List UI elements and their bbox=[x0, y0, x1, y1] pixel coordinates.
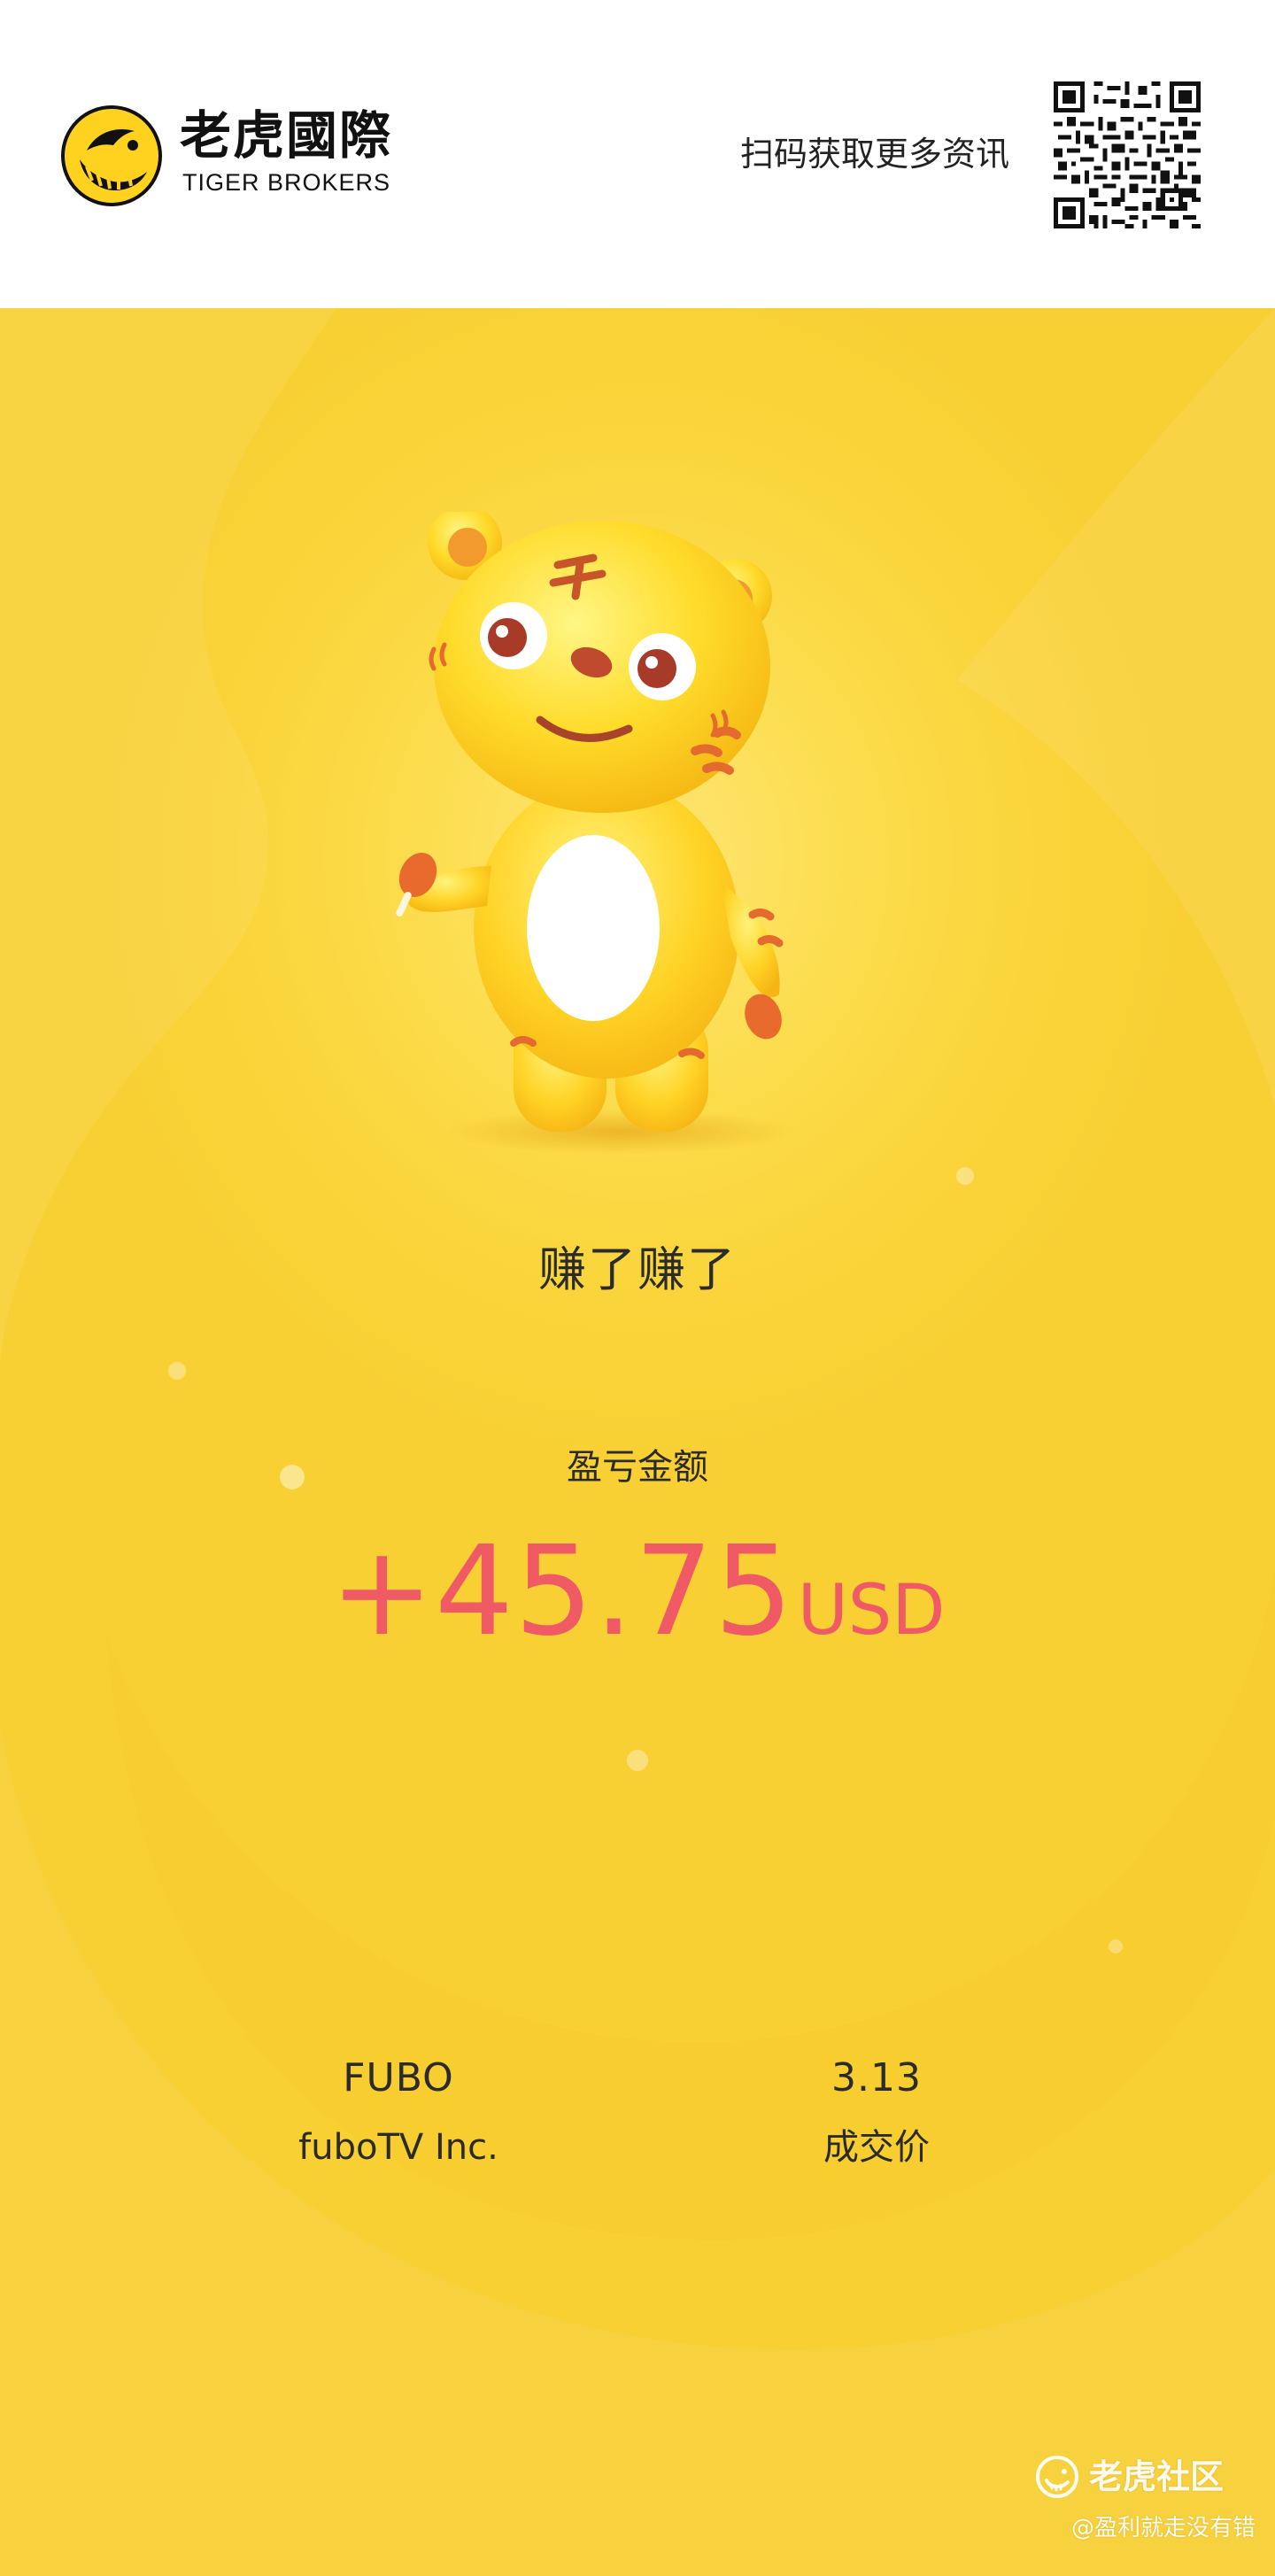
pnl-currency: USD bbox=[797, 1571, 946, 1651]
tiger-mascot-illustration bbox=[396, 512, 797, 1155]
stock-info: FUBO fuboTV Inc. bbox=[212, 2053, 584, 2171]
stock-name: fuboTV Inc. bbox=[298, 2127, 498, 2168]
profit-headline: 赚了赚了 bbox=[538, 1242, 737, 1297]
price-info: 3.13 成交价 bbox=[691, 2053, 1062, 2171]
trade-price-label: 成交价 bbox=[823, 2127, 930, 2168]
community-watermark: 老虎社区 @盈利就走没有错 bbox=[1034, 2454, 1256, 2560]
share-header: 老虎國際 TIGER BROKERS 扫码获取更多资讯 bbox=[0, 0, 1275, 308]
watermark-title: 老虎社区 bbox=[1089, 2457, 1225, 2496]
watermark-username: @盈利就走没有错 bbox=[1070, 2515, 1256, 2541]
community-logo-icon bbox=[1036, 2456, 1078, 2498]
trade-price-value: 3.13 bbox=[831, 2055, 922, 2100]
brand-name-en: TIGER BROKERS bbox=[182, 169, 391, 196]
tiger-brokers-logo-icon bbox=[61, 105, 162, 206]
brand-name-cn: 老虎國際 bbox=[180, 105, 393, 166]
pnl-value: +45.75 bbox=[329, 1520, 794, 1664]
qr-code-icon[interactable] bbox=[1054, 81, 1201, 228]
pnl-label: 盈亏金额 bbox=[567, 1447, 708, 1488]
profit-card: 赚了赚了 盈亏金额 +45.75USD FUBO fuboTV Inc. 3.1… bbox=[0, 308, 1275, 2576]
stock-symbol: FUBO bbox=[343, 2055, 454, 2100]
pnl-amount: +45.75USD bbox=[0, 1526, 1275, 1696]
scan-prompt: 扫码获取更多资讯 bbox=[739, 135, 1009, 174]
